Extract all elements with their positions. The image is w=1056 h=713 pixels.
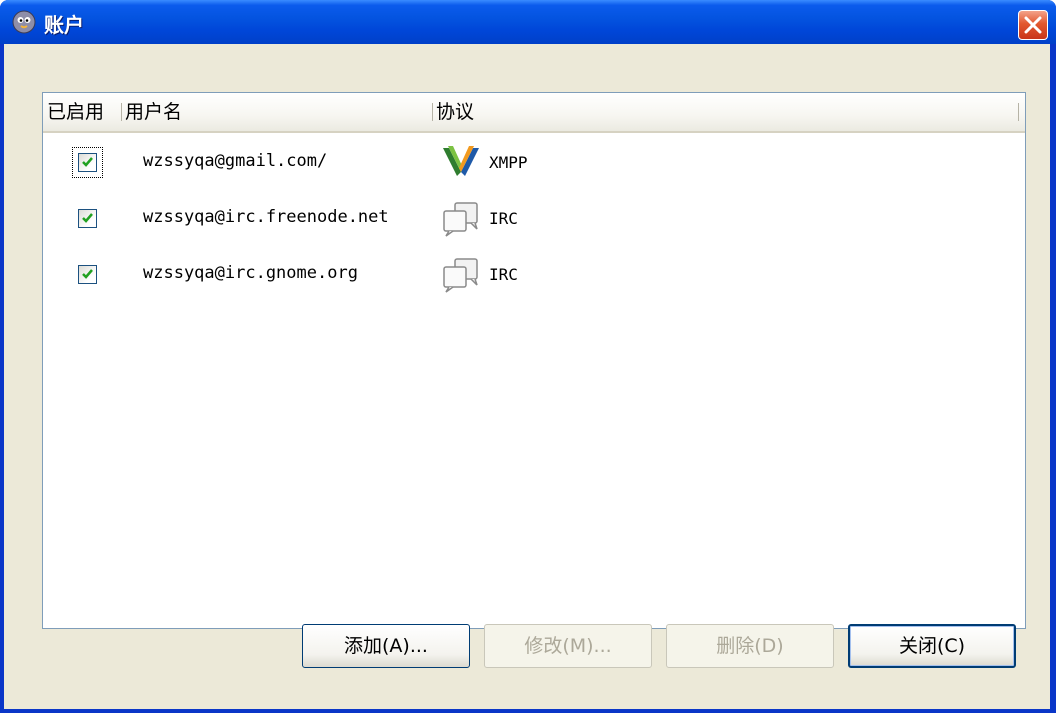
add-button[interactable]: 添加(A)... bbox=[302, 624, 470, 668]
pidgin-icon bbox=[12, 10, 36, 34]
checkmark-icon bbox=[82, 213, 93, 223]
column-header-protocol[interactable]: 协议 bbox=[436, 93, 474, 131]
column-divider[interactable] bbox=[1018, 103, 1019, 121]
checkmark-icon bbox=[82, 269, 93, 279]
column-header-username[interactable]: 用户名 bbox=[125, 93, 182, 131]
close-icon bbox=[1024, 16, 1042, 34]
chat-bubbles-icon bbox=[443, 258, 478, 293]
accounts-window: 账户 已启用 用户名 协议 wzssyqa@gmail.com/ XMPP wz… bbox=[0, 0, 1056, 713]
account-username: wzssyqa@irc.gnome.org bbox=[143, 263, 358, 283]
checkmark-icon bbox=[82, 157, 93, 167]
enabled-checkbox[interactable] bbox=[78, 209, 97, 228]
close-window-button[interactable] bbox=[1018, 10, 1048, 40]
account-row[interactable]: wzssyqa@irc.freenode.net IRC bbox=[43, 193, 1025, 245]
title-bar[interactable]: 账户 bbox=[0, 0, 1056, 44]
chat-bubbles-icon bbox=[443, 202, 478, 237]
column-header-enabled[interactable]: 已启用 bbox=[47, 93, 104, 131]
xmpp-icon bbox=[443, 146, 479, 176]
enabled-checkbox[interactable] bbox=[78, 265, 97, 284]
column-divider[interactable] bbox=[121, 103, 122, 121]
window-title: 账户 bbox=[44, 13, 84, 37]
account-protocol: XMPP bbox=[489, 153, 528, 172]
enabled-checkbox[interactable] bbox=[78, 153, 97, 172]
account-username: wzssyqa@irc.freenode.net bbox=[143, 207, 389, 227]
delete-button[interactable]: 删除(D) bbox=[666, 624, 834, 668]
accounts-list[interactable]: 已启用 用户名 协议 wzssyqa@gmail.com/ XMPP wzssy… bbox=[42, 92, 1026, 629]
column-divider[interactable] bbox=[432, 103, 433, 121]
account-username: wzssyqa@gmail.com/ bbox=[143, 151, 328, 171]
account-protocol: IRC bbox=[489, 265, 518, 284]
modify-button[interactable]: 修改(M)... bbox=[484, 624, 652, 668]
dialog-body: 已启用 用户名 协议 wzssyqa@gmail.com/ XMPP wzssy… bbox=[4, 44, 1050, 709]
account-row[interactable]: wzssyqa@irc.gnome.org IRC bbox=[43, 249, 1025, 301]
list-header: 已启用 用户名 协议 bbox=[43, 93, 1025, 133]
account-protocol: IRC bbox=[489, 209, 518, 228]
close-button[interactable]: 关闭(C) bbox=[848, 624, 1016, 668]
account-row[interactable]: wzssyqa@gmail.com/ XMPP bbox=[43, 137, 1025, 189]
